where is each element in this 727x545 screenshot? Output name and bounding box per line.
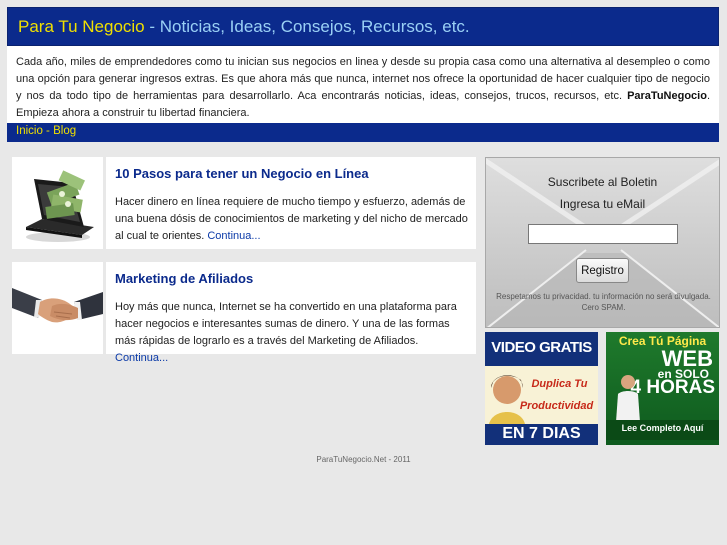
ad-crea-pagina-web[interactable]: Crea Tú Página WEB en SOLO 4 HORAS Lee C… [606,332,719,445]
newsletter-title: Suscribete al Boletin [547,175,658,189]
site-title[interactable]: Para Tu Negocio - Noticias, Ideas, Conse… [18,17,470,37]
post-excerpt: Hoy más que nunca, Internet se ha conver… [115,299,473,367]
register-button[interactable]: Registro [576,258,629,283]
ad-right-line5: Lee Completo Aquí [621,423,704,433]
post-excerpt-text: Hacer dinero en línea requiere de mucho … [115,196,468,242]
post-card: Marketing de Afiliados Hoy más que nunca… [12,262,476,364]
ad-video-gratis[interactable]: VIDEO GRATIS Duplica Tu Productividad EN… [485,332,598,445]
woman-photo-icon [485,366,598,424]
nav-home-link[interactable]: Inicio [16,125,43,137]
email-field[interactable] [528,224,678,244]
nav-blog-link[interactable]: Blog [53,125,76,137]
site-brand[interactable]: Para Tu Negocio [18,17,145,36]
newsletter-signup: Suscribete al Boletin Ingresa tu eMail R… [485,157,720,328]
site-footer: ParaTuNegocio.Net - 2011 [316,455,411,464]
laptop-with-money-icon[interactable] [12,157,106,249]
site-subtitle: - Noticias, Ideas, Consejos, Recursos, e… [144,17,470,36]
intro-text: Cada año, miles de emprendedores como tu… [7,46,719,123]
continue-link[interactable]: Continua... [115,352,168,364]
site-header: Para Tu Negocio - Noticias, Ideas, Conse… [7,7,719,46]
post-excerpt: Hacer dinero en línea requiere de mucho … [115,194,473,245]
intro-body: Cada año, miles de emprendedores como tu… [16,56,710,102]
person-pointing-icon [616,375,640,422]
nav-separator: - [42,125,54,137]
intro-brand: ParaTuNegocio [627,90,707,102]
post-title[interactable]: Marketing de Afiliados [115,271,253,286]
ad-left-line1: VIDEO GRATIS [491,339,592,356]
ad-left-line2: Duplica Tu [531,378,588,390]
post-title[interactable]: 10 Pasos para tener un Negocio en Línea [115,166,369,181]
post-excerpt-text: Hoy más que nunca, Internet se ha conver… [115,301,457,347]
nav-bar: Inicio - Blog [7,123,719,142]
privacy-note: Respetamos tu privacidad. tu información… [496,292,711,312]
ad-left-line4: EN 7 DIAS [502,425,581,442]
post-card: 10 Pasos para tener un Negocio en Línea … [12,157,476,249]
continue-link[interactable]: Continua... [207,230,260,242]
handshake-icon[interactable] [12,262,106,354]
email-label: Ingresa tu eMail [559,197,646,211]
ad-left-line3: Productividad [519,400,594,412]
